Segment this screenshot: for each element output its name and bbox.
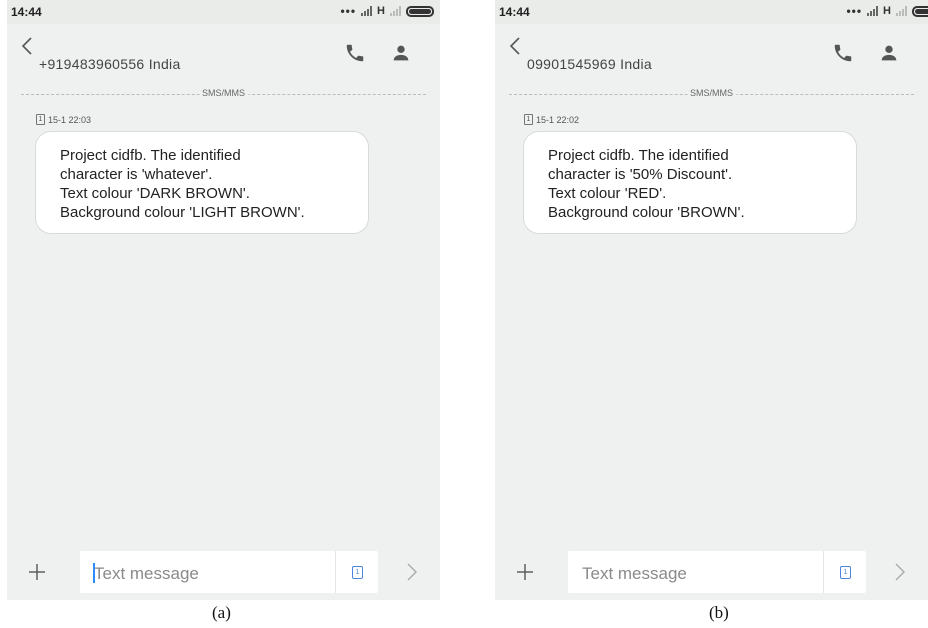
sim-card-icon: 1 (524, 114, 533, 125)
message-bubble[interactable]: Project cidfb. The identified character … (35, 131, 369, 234)
signal-icon-2 (896, 6, 907, 16)
status-bar: 14:44 ••• H (495, 0, 928, 24)
message-line: character is 'whatever'. (60, 166, 213, 183)
timestamp-text: 15-1 22:03 (48, 114, 92, 125)
signal-icon (361, 6, 373, 16)
network-type: H (883, 5, 891, 17)
back-button[interactable] (509, 36, 529, 62)
call-button[interactable] (832, 42, 854, 64)
status-time: 14:44 (11, 5, 42, 19)
person-icon (881, 45, 897, 61)
sim-card-icon: 1 (36, 114, 45, 125)
back-arrow-icon (509, 37, 520, 55)
signal-icon (867, 6, 879, 16)
input-placeholder: Text message (582, 564, 687, 583)
phone-icon (834, 44, 852, 62)
message-bubble[interactable]: Project cidfb. The identified character … (523, 131, 857, 234)
plus-icon (29, 564, 45, 580)
channel-label: SMS/MMS (198, 88, 249, 98)
contact-title: 09901545969 India (527, 56, 652, 72)
message-line: Text colour 'DARK BROWN'. (60, 185, 250, 202)
notification-dots-icon: ••• (846, 4, 863, 18)
input-placeholder: Text message (94, 564, 199, 583)
network-type: H (377, 5, 385, 17)
message-line: Background colour 'BROWN'. (548, 204, 745, 221)
send-button[interactable] (406, 559, 422, 585)
message-line: Project cidfb. The identified (60, 147, 241, 164)
message-line: Background colour 'LIGHT BROWN'. (60, 204, 305, 221)
send-chevron-icon (407, 563, 417, 581)
notification-dots-icon: ••• (340, 4, 357, 18)
signal-icon-2 (390, 6, 401, 16)
battery-icon (406, 5, 434, 17)
sim-card-icon: 1 (352, 566, 363, 579)
channel-divider: SMS/MMS (21, 88, 426, 100)
message-input[interactable]: Text message 1 (568, 551, 866, 593)
plus-icon (517, 564, 533, 580)
battery-icon (912, 5, 928, 17)
sim-card-icon: 1 (840, 566, 851, 579)
phone-icon (346, 44, 364, 62)
person-icon (393, 45, 409, 61)
status-icons: ••• H (846, 4, 928, 18)
message-line: Project cidfb. The identified (548, 147, 729, 164)
conversation-header: +919483960556 India (7, 24, 440, 80)
status-time: 14:44 (499, 5, 530, 19)
message-line: character is '50% Discount'. (548, 166, 733, 183)
figure-caption-a: (a) (212, 603, 231, 622)
timestamp-text: 15-1 22:02 (536, 114, 580, 125)
status-icons: ••• H (340, 4, 434, 18)
call-button[interactable] (344, 42, 366, 64)
send-button[interactable] (894, 559, 910, 585)
channel-label: SMS/MMS (686, 88, 737, 98)
figure-caption-b: (b) (709, 603, 729, 622)
add-attachment-button[interactable] (25, 557, 49, 587)
screenshot-panel-b: 14:44 ••• H 09901545969 India SMS/MMS 1 … (495, 0, 928, 600)
message-line: Text colour 'RED'. (548, 185, 667, 202)
compose-bar: Text message 1 (495, 547, 928, 600)
back-button[interactable] (21, 36, 41, 62)
send-chevron-icon (895, 563, 905, 581)
back-arrow-icon (21, 37, 32, 55)
add-attachment-button[interactable] (513, 557, 537, 587)
message-timestamp: 1 15-1 22:02 (524, 114, 579, 125)
message-timestamp: 1 15-1 22:03 (36, 114, 91, 125)
sim-select-button[interactable]: 1 (335, 551, 378, 593)
channel-divider: SMS/MMS (509, 88, 914, 100)
contact-button[interactable] (390, 42, 412, 64)
status-bar: 14:44 ••• H (7, 0, 440, 24)
conversation-header: 09901545969 India (495, 24, 928, 80)
contact-title: +919483960556 India (39, 56, 181, 72)
sim-select-button[interactable]: 1 (823, 551, 866, 593)
message-input[interactable]: Text message 1 (80, 551, 378, 593)
compose-bar: Text message 1 (7, 547, 440, 600)
contact-button[interactable] (878, 42, 900, 64)
screenshot-panel-a: 14:44 ••• H +919483960556 India SMS/MMS … (7, 0, 440, 600)
